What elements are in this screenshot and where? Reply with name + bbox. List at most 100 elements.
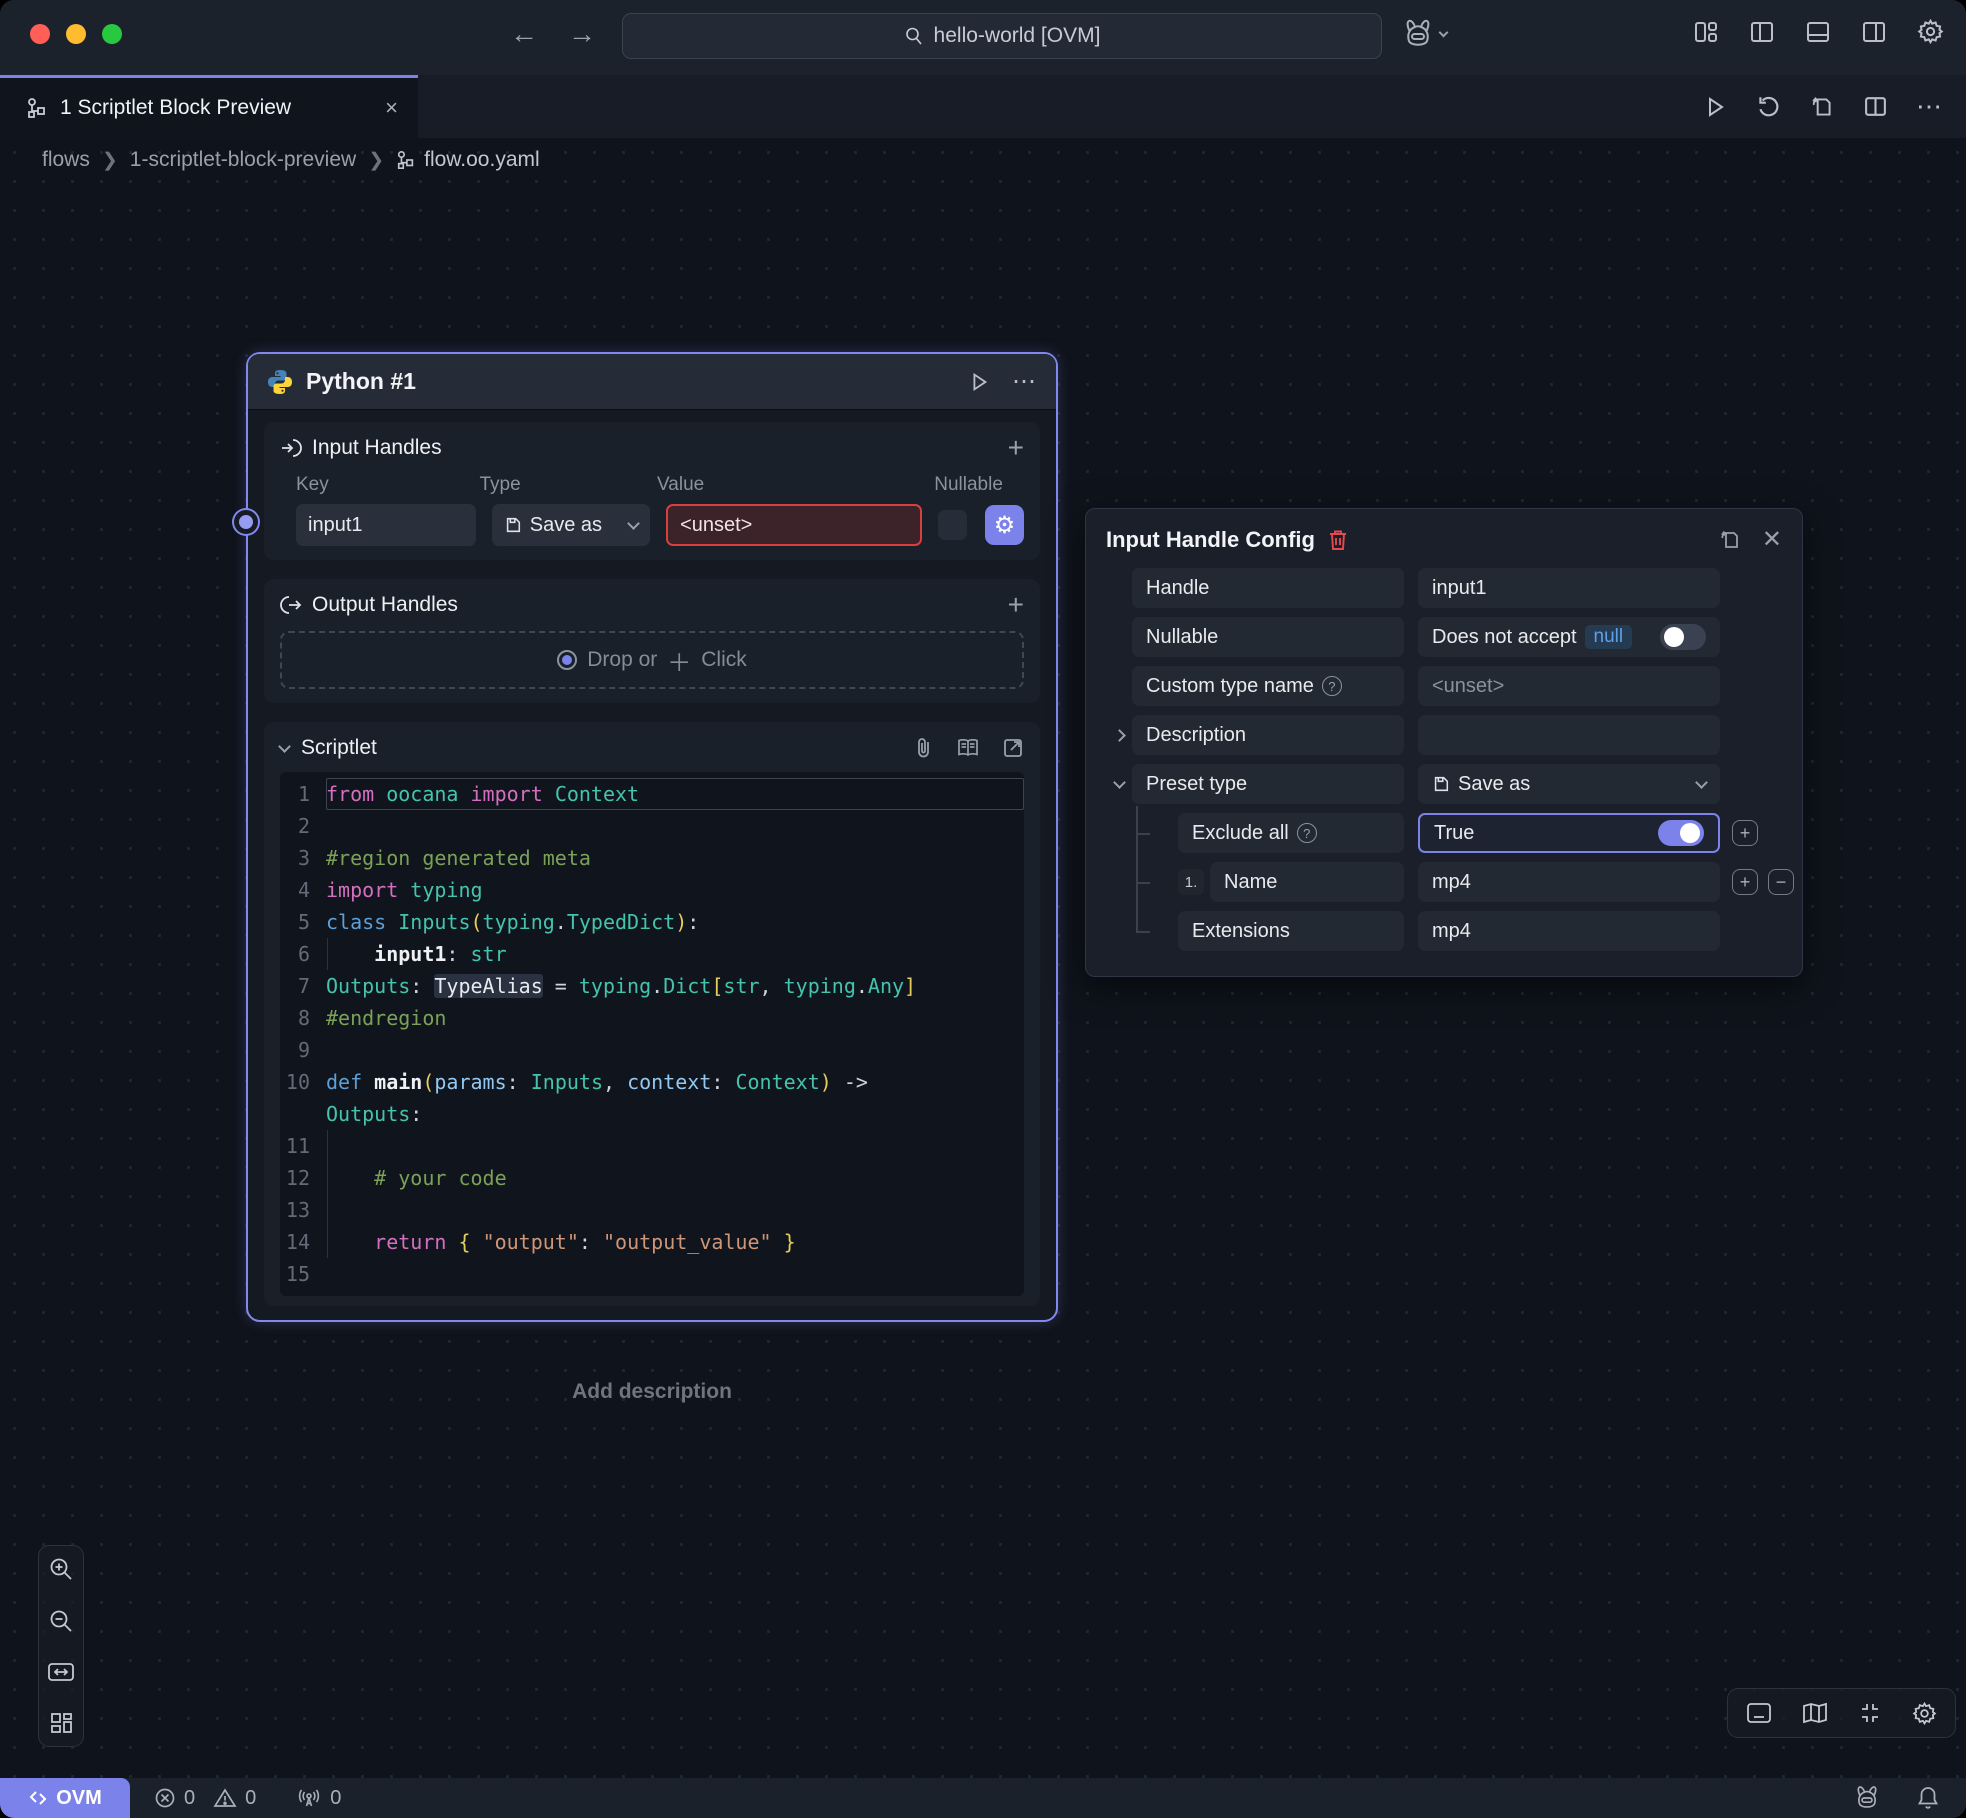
code-line[interactable]: 9 [280, 1034, 1024, 1066]
add-output-handle-button[interactable]: + [1008, 595, 1024, 615]
chevron-down-icon[interactable] [1113, 776, 1126, 789]
flow-canvas[interactable]: flows ❯ 1-scriptlet-block-preview ❯ flow… [0, 138, 1966, 1778]
code-line[interactable]: Outputs: [280, 1098, 1024, 1130]
help-icon[interactable]: ? [1297, 823, 1317, 843]
code-text[interactable]: class Inputs(typing.TypedDict): [326, 906, 1024, 938]
auto-layout-icon[interactable] [48, 1710, 74, 1736]
code-text[interactable]: def main(params: Inputs, context: Contex… [326, 1066, 1024, 1098]
breadcrumb-folder[interactable]: 1-scriptlet-block-preview [130, 148, 356, 172]
code-line[interactable]: 13 [280, 1194, 1024, 1226]
add-input-handle-button[interactable]: + [1008, 438, 1024, 458]
code-text[interactable]: Outputs: TypeAlias = typing.Dict[str, ty… [326, 970, 1024, 1002]
back-button[interactable]: ← [510, 18, 538, 50]
code-line[interactable]: 14 return { "output": "output_value" } [280, 1226, 1024, 1258]
code-text[interactable]: # your code [326, 1162, 1024, 1194]
copy-config-icon[interactable] [1718, 528, 1742, 552]
nullable-checkbox[interactable] [938, 510, 967, 540]
notifications-bell-icon[interactable] [1916, 1785, 1940, 1811]
add-exclude-all-button[interactable]: + [1732, 820, 1758, 846]
remove-name-button[interactable]: − [1768, 869, 1794, 895]
handle-type-select[interactable]: Save as [492, 504, 650, 546]
maximize-window-button[interactable] [102, 24, 122, 44]
code-text[interactable] [326, 1258, 1024, 1290]
mascot-chevron-down-icon[interactable] [1439, 27, 1449, 37]
close-window-button[interactable] [30, 24, 50, 44]
mascot-status-icon[interactable] [1852, 1783, 1882, 1813]
code-editor[interactable]: 1from oocana import Context23#region gen… [280, 772, 1024, 1296]
code-line[interactable]: 1from oocana import Context [280, 778, 1024, 810]
run-flow-icon[interactable] [1703, 95, 1727, 119]
code-line[interactable]: 6 input1: str [280, 938, 1024, 970]
settings-gear-icon[interactable] [1917, 18, 1944, 45]
zoom-out-icon[interactable] [48, 1608, 74, 1634]
zoom-in-icon[interactable] [48, 1556, 74, 1582]
help-icon[interactable]: ? [1322, 676, 1342, 696]
mascot-icon[interactable] [1400, 16, 1436, 52]
ports-indicator[interactable]: 0 [296, 1787, 341, 1810]
canvas-settings-gear-icon[interactable] [1912, 1701, 1937, 1726]
fit-view-icon[interactable] [47, 1660, 75, 1684]
handle-value-input[interactable]: <unset> [666, 504, 922, 546]
code-text[interactable] [326, 1130, 1024, 1162]
run-block-icon[interactable] [968, 371, 990, 393]
remote-ovm-button[interactable]: OVM [0, 1778, 130, 1818]
minimap-icon[interactable] [1802, 1702, 1828, 1724]
code-line[interactable]: 3#region generated meta [280, 842, 1024, 874]
code-text[interactable]: input1: str [326, 938, 1024, 970]
breadcrumb-file[interactable]: flow.oo.yaml [396, 148, 540, 172]
command-search-input[interactable]: hello-world [OVM] [622, 13, 1382, 59]
add-description-button[interactable]: Add description [246, 1380, 1058, 1404]
code-line[interactable]: 7Outputs: TypeAlias = typing.Dict[str, t… [280, 970, 1024, 1002]
custom-type-name-value[interactable]: <unset> [1418, 666, 1720, 706]
code-text[interactable]: return { "output": "output_value" } [326, 1226, 1024, 1258]
toggle-switch[interactable] [1660, 624, 1706, 650]
problems-indicator[interactable]: 0 0 [154, 1787, 256, 1810]
tab-close-icon[interactable]: × [385, 95, 398, 121]
input-connection-handle[interactable] [234, 510, 258, 534]
code-text[interactable] [326, 1034, 1024, 1066]
panel-bottom-icon[interactable] [1805, 19, 1831, 45]
block-header[interactable]: Python #1 ⋯ [248, 354, 1056, 410]
duplicate-file-icon[interactable] [1809, 94, 1835, 120]
add-name-button[interactable]: + [1732, 869, 1758, 895]
handle-config-gear-button[interactable]: ⚙ [985, 505, 1024, 545]
minimize-window-button[interactable] [66, 24, 86, 44]
panel-left-icon[interactable] [1749, 19, 1775, 45]
code-text[interactable]: #endregion [326, 1002, 1024, 1034]
forward-button[interactable]: → [568, 18, 596, 50]
code-line[interactable]: 10def main(params: Inputs, context: Cont… [280, 1066, 1024, 1098]
close-config-icon[interactable]: ✕ [1762, 525, 1782, 554]
delete-handle-icon[interactable] [1327, 528, 1349, 552]
code-line[interactable]: 2 [280, 810, 1024, 842]
panel-right-icon[interactable] [1861, 19, 1887, 45]
toggle-switch[interactable] [1658, 820, 1704, 846]
handle-value[interactable]: input1 [1418, 568, 1720, 608]
tab-scriptlet-block-preview[interactable]: 1 Scriptlet Block Preview × [0, 75, 418, 138]
layout-grid-icon[interactable] [1693, 19, 1719, 45]
open-external-icon[interactable] [1002, 737, 1024, 759]
exclude-all-value[interactable]: True [1418, 813, 1720, 853]
code-text[interactable]: from oocana import Context [326, 778, 1024, 810]
output-dropzone[interactable]: Drop or ＋ Click [280, 631, 1024, 689]
python-block[interactable]: Python #1 ⋯ Input Handles + Key Ty [246, 352, 1058, 1322]
code-line[interactable]: 11 [280, 1130, 1024, 1162]
block-more-icon[interactable]: ⋯ [1012, 367, 1038, 396]
console-panel-icon[interactable] [1746, 1702, 1772, 1724]
code-line[interactable]: 12 # your code [280, 1162, 1024, 1194]
code-line[interactable]: 5class Inputs(typing.TypedDict): [280, 906, 1024, 938]
attachment-icon[interactable] [914, 737, 934, 759]
preset-type-value[interactable]: Save as [1418, 764, 1720, 804]
collapse-view-icon[interactable] [1858, 1701, 1882, 1725]
nullable-value[interactable]: Does not acceptnull [1418, 617, 1720, 657]
code-text[interactable]: #region generated meta [326, 842, 1024, 874]
chevron-right-icon[interactable] [1113, 729, 1126, 742]
handle-key-input[interactable]: input1 [296, 504, 476, 546]
docs-book-icon[interactable] [956, 737, 980, 759]
more-actions-icon[interactable]: ⋯ [1916, 91, 1944, 122]
code-text[interactable] [326, 810, 1024, 842]
extensions-value[interactable]: mp4 [1418, 911, 1720, 951]
code-text[interactable] [326, 1194, 1024, 1226]
split-editor-icon[interactable] [1863, 94, 1888, 119]
breadcrumb-flows[interactable]: flows [42, 148, 90, 172]
code-line[interactable]: 4import typing [280, 874, 1024, 906]
